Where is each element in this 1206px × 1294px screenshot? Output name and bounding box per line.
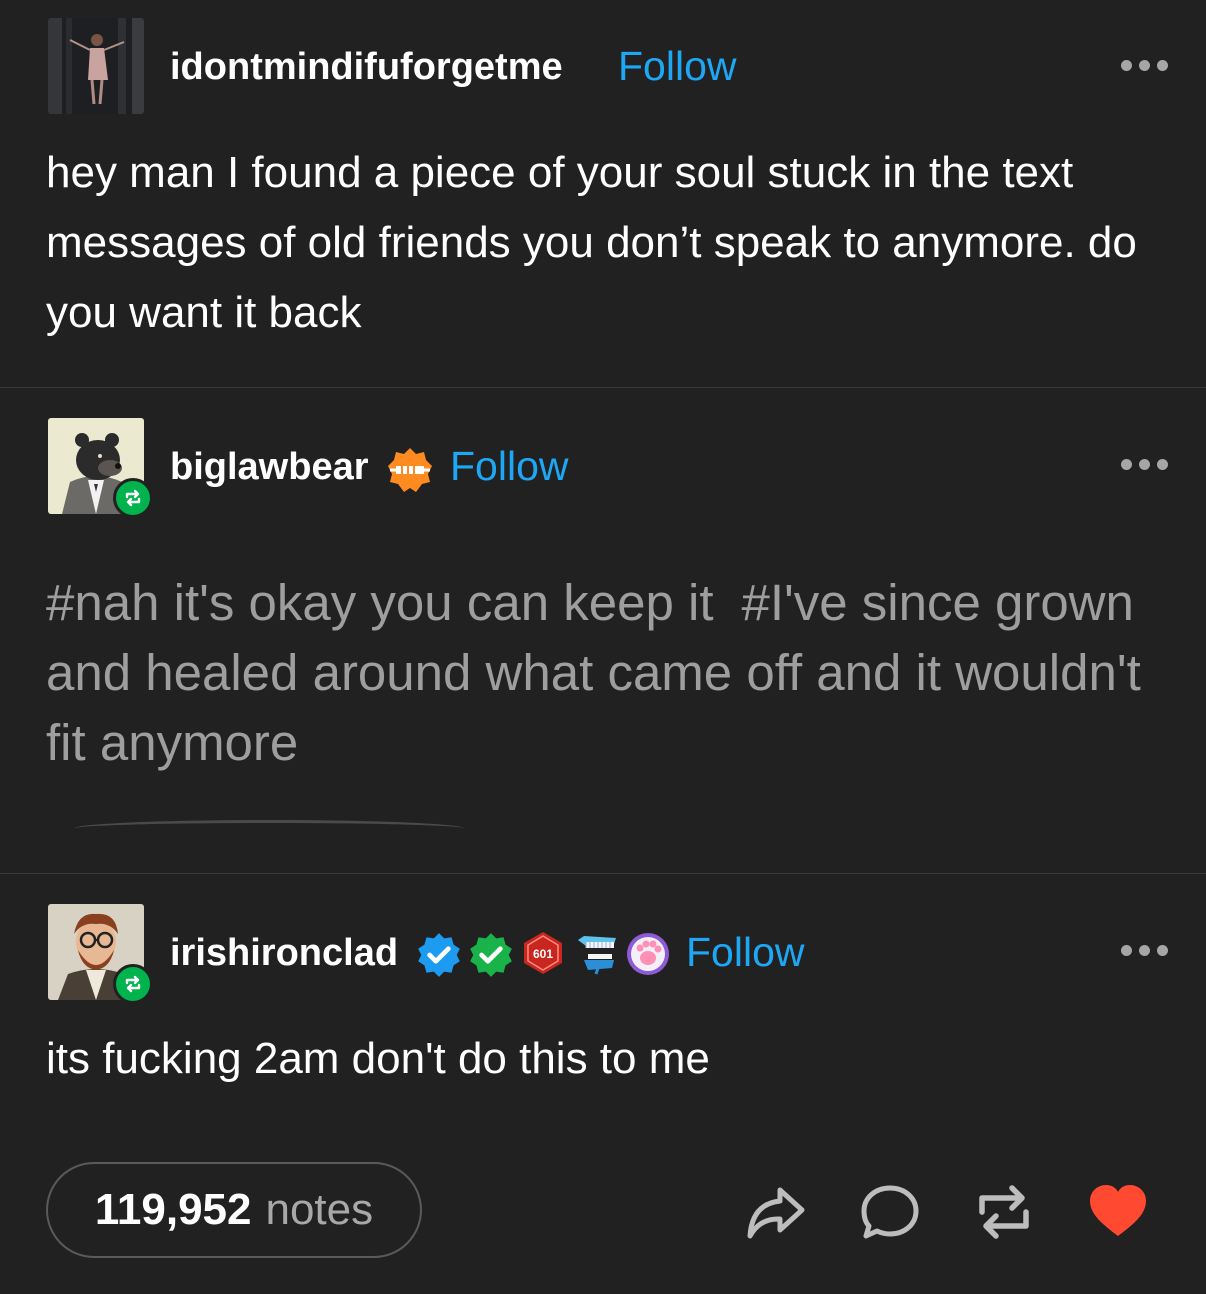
tag[interactable]: #nah it's okay you can keep it bbox=[46, 574, 713, 631]
more-options-icon[interactable] bbox=[1121, 459, 1168, 470]
more-options-icon[interactable] bbox=[1121, 60, 1168, 71]
username[interactable]: irishironclad bbox=[170, 932, 398, 975]
collapsed-hint bbox=[74, 820, 464, 837]
notes-count: 119,952 bbox=[94, 1185, 252, 1234]
follow-button[interactable]: Follow bbox=[618, 43, 736, 90]
username[interactable]: idontmindifuforgetme bbox=[170, 46, 563, 89]
post-original: idontmindifuforgetme Follow hey man I fo… bbox=[0, 0, 1206, 388]
avatar-idontmindifuforgetme[interactable] bbox=[48, 18, 144, 114]
more-options-icon[interactable] bbox=[1121, 945, 1168, 956]
follow-button[interactable]: Follow bbox=[450, 443, 568, 490]
teeth-badge-icon bbox=[574, 932, 620, 981]
like-icon[interactable] bbox=[1088, 1182, 1148, 1242]
notes-button[interactable]: 119,952 notes bbox=[46, 1162, 422, 1258]
reblog-icon[interactable] bbox=[974, 1182, 1034, 1242]
post-reblog-biglawbear: biglawbear Follow #nah it's okay you can… bbox=[0, 388, 1206, 874]
notes-label: notes bbox=[265, 1185, 374, 1234]
paw-badge-icon bbox=[626, 932, 670, 981]
blog-badge-icon bbox=[386, 446, 434, 499]
reblog-badge-icon bbox=[113, 964, 153, 1004]
verified-green-icon bbox=[466, 930, 516, 985]
verified-blue-icon bbox=[414, 930, 464, 985]
badge-text: 601 bbox=[533, 947, 553, 961]
post-text: hey man I found a piece of your soul stu… bbox=[46, 148, 1137, 337]
red-badge-icon: 601 bbox=[520, 930, 566, 981]
reply-icon[interactable] bbox=[860, 1182, 920, 1242]
post-text: its fucking 2am don't do this to me bbox=[46, 1034, 710, 1083]
follow-button[interactable]: Follow bbox=[686, 929, 804, 976]
share-icon[interactable] bbox=[746, 1182, 806, 1242]
tags: #nah it's okay you can keep it #I've sinc… bbox=[46, 568, 1166, 778]
username[interactable]: biglawbear bbox=[170, 446, 369, 489]
reblog-badge-icon bbox=[113, 478, 153, 518]
